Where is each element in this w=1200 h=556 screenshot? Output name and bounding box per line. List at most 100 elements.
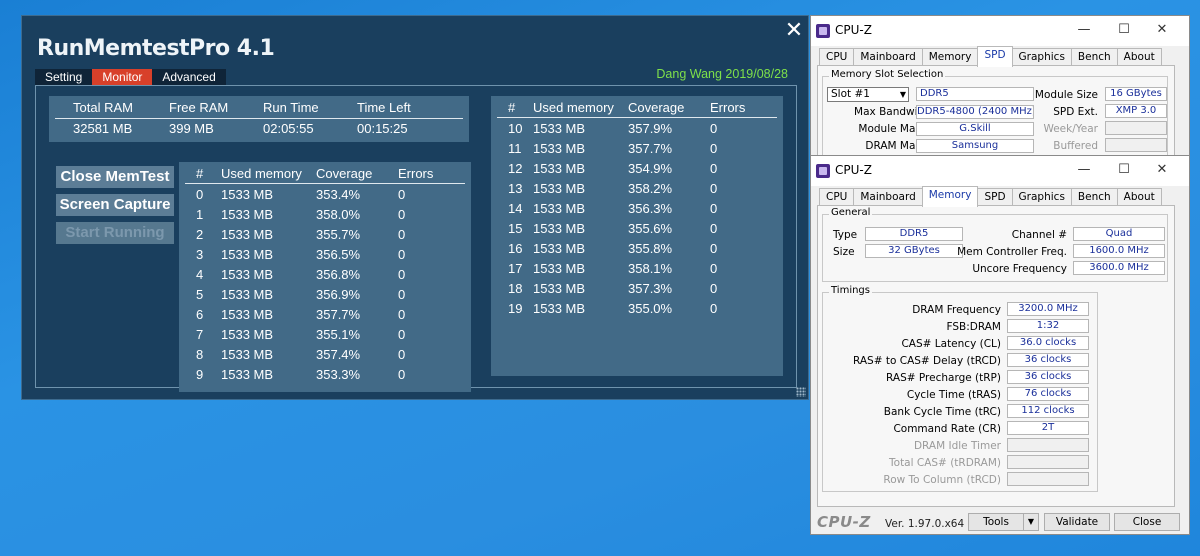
timing-value: 2T xyxy=(1007,421,1089,435)
table-row: 1 1533 MB 358.0% 0 xyxy=(179,207,471,227)
coverage-value: 357.9% xyxy=(628,121,673,136)
coverage-value: 357.3% xyxy=(628,281,673,296)
timing-label: RAS# to CAS# Delay (tRCD) xyxy=(853,355,1001,367)
tab-memory[interactable]: Memory xyxy=(921,186,979,207)
used-memory-value: 1533 MB xyxy=(533,281,586,296)
errors-value: 0 xyxy=(710,201,718,216)
timing-label: DRAM Frequency xyxy=(912,304,1001,316)
time-left-label: Time Left xyxy=(357,100,411,115)
week-year-label: Week/Year xyxy=(1043,123,1098,135)
tools-button[interactable]: Tools xyxy=(968,513,1024,531)
errors-value: 0 xyxy=(710,121,718,136)
divider xyxy=(185,183,465,184)
total-ram-label: Total RAM xyxy=(73,100,133,115)
tab-advanced[interactable]: Advanced xyxy=(152,69,226,85)
coverage-value: 357.7% xyxy=(628,141,673,156)
coverage-value: 353.3% xyxy=(316,367,361,382)
tools-dropdown-arrow-icon[interactable]: ▼ xyxy=(1023,513,1039,531)
used-memory-value: 1533 MB xyxy=(221,267,274,282)
table-row: 14 1533 MB 356.3% 0 xyxy=(491,201,783,221)
max-bandwidth-value: DDR5-4800 (2400 MHz) xyxy=(916,105,1034,119)
maximize-icon[interactable]: ☐ xyxy=(1116,22,1132,37)
thread-index: 7 xyxy=(196,327,204,342)
coverage-value: 358.0% xyxy=(316,207,361,222)
close-memtest-button[interactable]: Close MemTest xyxy=(56,166,174,188)
general-group: General Type DDR5 Size 32 GBytes Channel… xyxy=(822,207,1168,282)
close-icon[interactable]: ✕ xyxy=(1154,22,1170,37)
col-index: # xyxy=(508,100,516,115)
memory-type-value: DDR5 xyxy=(916,87,1034,101)
module-manuf-value: G.Skill xyxy=(916,122,1034,136)
time-left-value: 00:15:25 xyxy=(357,121,408,136)
errors-value: 0 xyxy=(398,247,406,262)
cpuz-memory-window: CPU-Z — ☐ ✕ CPU Mainboard Memory SPD Gra… xyxy=(810,155,1190,535)
used-memory-value: 1533 MB xyxy=(221,187,274,202)
coverage-value: 356.9% xyxy=(316,287,361,302)
table-header: # Used memory Coverage Errors xyxy=(491,100,783,118)
tab-monitor[interactable]: Monitor xyxy=(92,69,153,85)
tab-setting[interactable]: Setting xyxy=(35,69,93,85)
used-memory-value: 1533 MB xyxy=(221,287,274,302)
used-memory-value: 1533 MB xyxy=(533,201,586,216)
used-memory-value: 1533 MB xyxy=(533,221,586,236)
week-year-value xyxy=(1105,121,1167,135)
errors-value: 0 xyxy=(710,141,718,156)
size-value: 32 GBytes xyxy=(865,244,963,258)
coverage-value: 355.6% xyxy=(628,221,673,236)
errors-value: 0 xyxy=(710,281,718,296)
spd-panel: Memory Slot Selection Slot #1 ▼ DDR5 Max… xyxy=(817,65,1175,170)
thread-index: 10 xyxy=(508,121,523,136)
table-row: 8 1533 MB 357.4% 0 xyxy=(179,347,471,367)
used-memory-value: 1533 MB xyxy=(533,241,586,256)
used-memory-value: 1533 MB xyxy=(221,367,274,382)
runmemtest-window: RunMemtestPro 4.1 ✕ Setting Monitor Adva… xyxy=(21,15,809,400)
memory-panel: General Type DDR5 Size 32 GBytes Channel… xyxy=(817,205,1175,507)
coverage-value: 358.2% xyxy=(628,181,673,196)
table-row: 2 1533 MB 355.7% 0 xyxy=(179,227,471,247)
validate-button[interactable]: Validate xyxy=(1044,513,1110,531)
table-row: 16 1533 MB 355.8% 0 xyxy=(491,241,783,261)
close-icon[interactable]: ✕ xyxy=(784,19,804,41)
thread-index: 11 xyxy=(508,141,522,156)
errors-value: 0 xyxy=(398,267,406,282)
errors-value: 0 xyxy=(710,241,718,256)
resize-grip-icon[interactable] xyxy=(796,387,806,397)
errors-value: 0 xyxy=(398,347,406,362)
slot-select-value: Slot #1 xyxy=(831,88,870,100)
channel-value: Quad xyxy=(1073,227,1165,241)
coverage-value: 355.7% xyxy=(316,227,361,242)
errors-value: 0 xyxy=(398,187,406,202)
col-coverage: Coverage xyxy=(316,166,373,181)
uncore-frequency-value: 3600.0 MHz xyxy=(1073,261,1165,275)
minimize-icon[interactable]: — xyxy=(1076,22,1092,37)
total-ram-value: 32581 MB xyxy=(73,121,133,136)
used-memory-value: 1533 MB xyxy=(221,327,274,342)
close-icon[interactable]: ✕ xyxy=(1154,162,1170,177)
thread-index: 16 xyxy=(508,241,523,256)
type-label: Type xyxy=(833,229,858,241)
errors-value: 0 xyxy=(710,161,718,176)
slot-select[interactable]: Slot #1 ▼ xyxy=(827,87,909,102)
dram-manuf-value: Samsung xyxy=(916,139,1034,153)
maximize-icon[interactable]: ☐ xyxy=(1116,162,1132,177)
timing-value: 36.0 clocks xyxy=(1007,336,1089,350)
errors-value: 0 xyxy=(398,367,406,382)
minimize-icon[interactable]: — xyxy=(1076,162,1092,177)
thread-index: 15 xyxy=(508,221,523,236)
timing-label: Row To Column (tRCD) xyxy=(883,474,1001,486)
thread-table-right: # Used memory Coverage Errors 10 1533 MB 3… xyxy=(491,96,783,376)
table-row: 5 1533 MB 356.9% 0 xyxy=(179,287,471,307)
used-memory-value: 1533 MB xyxy=(533,301,586,316)
table-row: 0 1533 MB 353.4% 0 xyxy=(179,187,471,207)
col-errors: Errors xyxy=(398,166,434,181)
app-title: RunMemtestPro 4.1 xyxy=(37,36,275,61)
screen-capture-button[interactable]: Screen Capture xyxy=(56,194,174,216)
thread-index: 13 xyxy=(508,181,523,196)
used-memory-value: 1533 MB xyxy=(221,247,274,262)
tab-bar: CPU Mainboard Memory SPD Graphics Bench … xyxy=(819,186,1162,207)
tab-bar: CPU Mainboard Memory SPD Graphics Bench … xyxy=(819,46,1162,67)
col-errors: Errors xyxy=(710,100,746,115)
used-memory-value: 1533 MB xyxy=(533,121,586,136)
close-button[interactable]: Close xyxy=(1114,513,1180,531)
tab-spd[interactable]: SPD xyxy=(977,46,1013,67)
